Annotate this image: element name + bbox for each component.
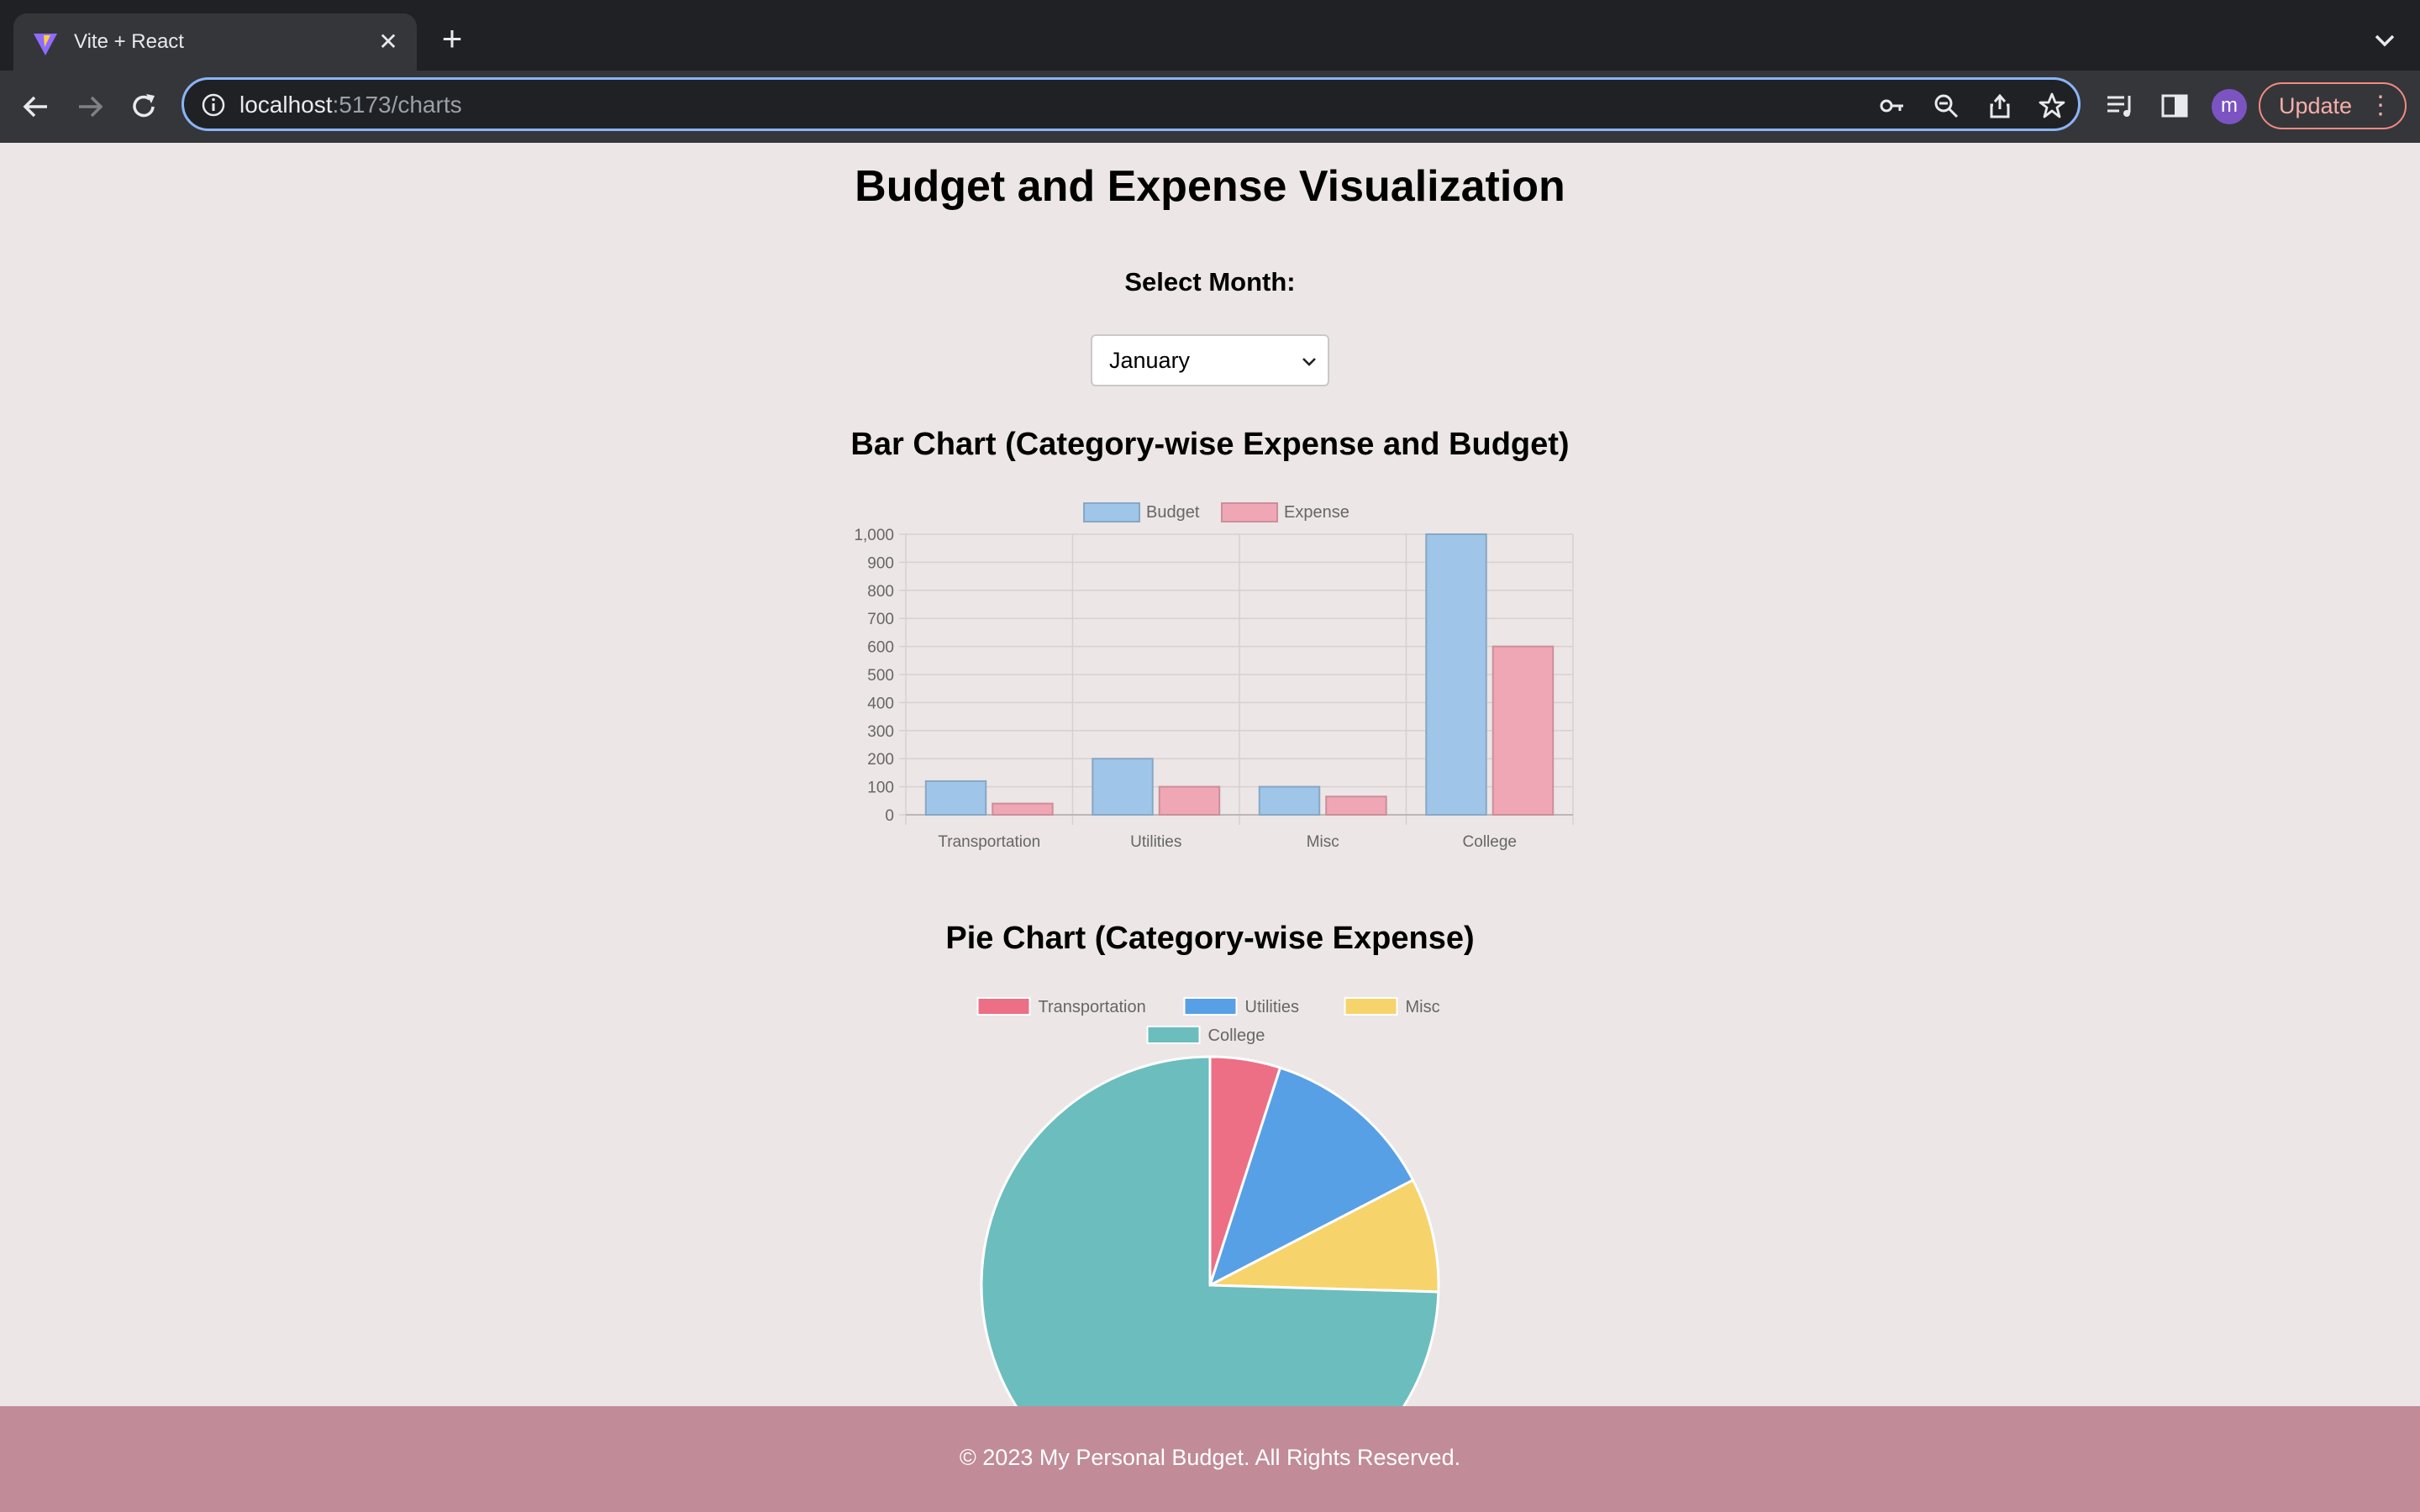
update-button[interactable]: Update ⋮	[2259, 82, 2407, 129]
tab-strip: Vite + React ✕ +	[0, 0, 2420, 71]
y-tick-label: 100	[867, 780, 894, 797]
chevron-down-icon[interactable]	[2370, 25, 2400, 55]
legend-swatch	[1344, 997, 1398, 1016]
legend-swatch	[1083, 502, 1140, 522]
url-path: :5173/charts	[332, 92, 462, 118]
close-icon[interactable]: ✕	[373, 27, 403, 57]
legend-label: Budget	[1146, 503, 1200, 522]
bar-chart: Budget Expense 0 100 200 300 400 500 600 700 800 90…	[854, 502, 1574, 851]
browser-tab[interactable]: Vite + React ✕	[13, 13, 417, 71]
legend-swatch	[976, 997, 1031, 1016]
reading-list-icon[interactable]	[2104, 89, 2138, 123]
footer: © 2023 My Personal Budget. All Rights Re…	[0, 1406, 2420, 1512]
month-select[interactable]: January	[1091, 334, 1329, 386]
y-tick-label: 400	[867, 695, 894, 712]
reload-icon[interactable]	[124, 87, 163, 126]
update-button-label: Update	[2279, 93, 2353, 118]
bar-chart-title: Bar Chart (Category-wise Expense and Bud…	[850, 427, 1570, 462]
legend-label: Misc	[1406, 998, 1440, 1016]
forward-icon[interactable]	[71, 87, 109, 126]
legend-label: Transportation	[1039, 998, 1146, 1016]
info-icon[interactable]	[201, 92, 226, 118]
key-icon[interactable]	[1878, 92, 1907, 120]
bar	[992, 802, 1054, 816]
bar	[1092, 758, 1154, 816]
x-tick-label: College	[1463, 833, 1517, 851]
y-tick-label: 600	[867, 639, 894, 657]
y-tick-label: 0	[885, 807, 894, 825]
pie-chart-title: Pie Chart (Category-wise Expense)	[945, 921, 1475, 956]
back-icon[interactable]	[17, 87, 55, 126]
x-tick-label: Transportation	[938, 833, 1040, 851]
zoom-out-icon[interactable]	[1932, 92, 1960, 120]
select-month-label: Select Month:	[1124, 267, 1296, 297]
pie-chart: Transportation Utilities Misc College	[976, 997, 1440, 1406]
legend-swatch	[1221, 502, 1278, 522]
tab-title: Vite + React	[74, 30, 184, 53]
more-vert-icon[interactable]: ⋮	[2368, 84, 2393, 128]
y-tick-label: 900	[867, 554, 894, 572]
address-bar[interactable]: localhost:5173/charts	[182, 77, 2081, 131]
bar	[1491, 645, 1555, 816]
bar	[1425, 533, 1487, 816]
side-panel-icon[interactable]	[2158, 89, 2191, 123]
y-tick-label: 200	[867, 751, 894, 769]
y-tick-label: 300	[867, 723, 894, 741]
y-tick-label: 800	[867, 583, 894, 601]
browser-toolbar: localhost:5173/charts m Update ⋮	[0, 71, 2420, 143]
y-tick-label: 700	[867, 611, 894, 628]
legend-swatch	[1183, 997, 1238, 1016]
legend-label: Utilities	[1245, 998, 1299, 1016]
month-select-value: January	[1109, 348, 1191, 373]
legend-label: Expense	[1284, 503, 1349, 522]
bar	[924, 780, 987, 816]
page-title: Budget and Expense Visualization	[855, 162, 1565, 211]
legend-swatch	[1146, 1026, 1201, 1044]
legend-label: College	[1208, 1026, 1265, 1045]
share-icon[interactable]	[1986, 92, 2014, 120]
chevron-down-icon	[1302, 358, 1316, 366]
x-tick-label: Utilities	[1130, 833, 1181, 851]
new-tab-icon[interactable]: +	[434, 21, 471, 59]
url-text: localhost:5173/charts	[239, 92, 462, 118]
star-icon[interactable]	[2038, 92, 2066, 120]
profile-avatar[interactable]: m	[2212, 89, 2247, 124]
vite-logo-icon	[34, 34, 57, 55]
bar	[1325, 795, 1387, 816]
footer-text: © 2023 My Personal Budget. All Rights Re…	[959, 1445, 1461, 1470]
bar	[1258, 785, 1321, 816]
bar	[1158, 785, 1221, 816]
y-tick-label: 500	[867, 667, 894, 685]
y-tick-label: 1,000	[854, 527, 894, 544]
x-tick-label: Misc	[1307, 833, 1339, 851]
url-host: localhost	[239, 92, 333, 118]
